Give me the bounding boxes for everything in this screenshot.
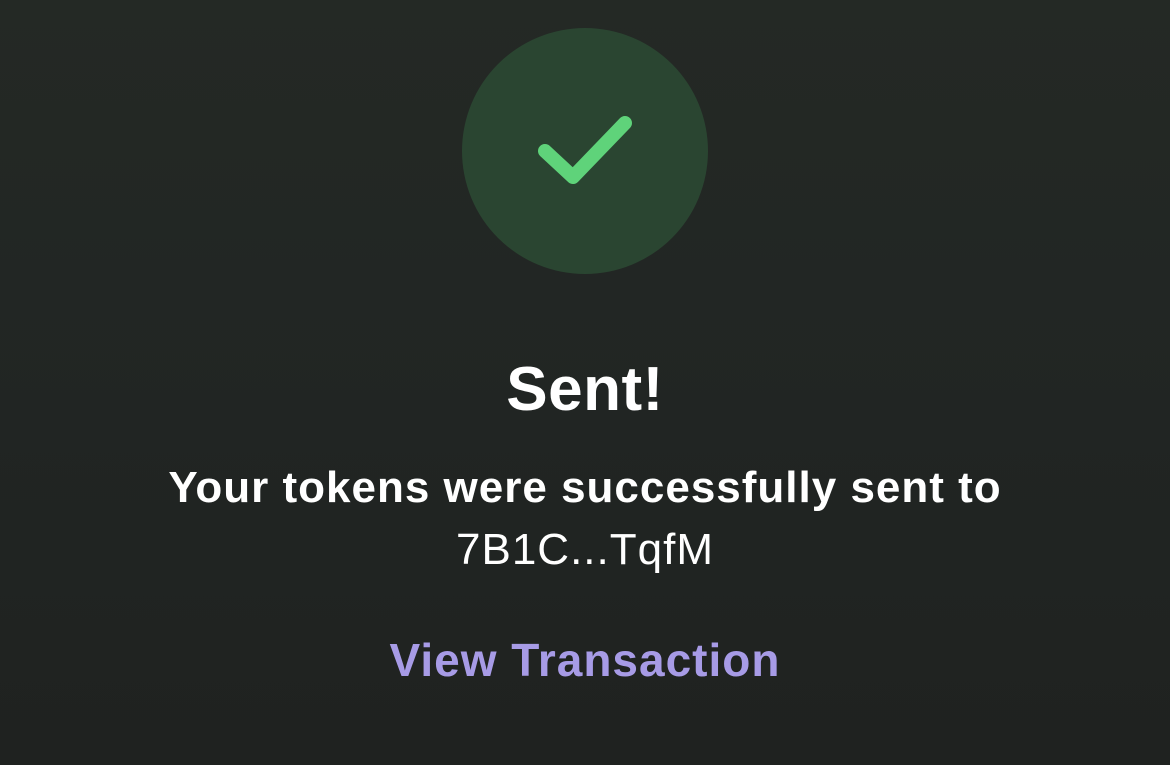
success-badge bbox=[462, 28, 708, 274]
page-title: Sent! bbox=[506, 355, 664, 424]
recipient-address: 7B1C...TqfM bbox=[456, 525, 714, 574]
view-transaction-link-row: View Transaction bbox=[0, 630, 1170, 690]
success-message: Your tokens were successfully sent to bbox=[168, 463, 1002, 512]
view-transaction-link[interactable]: View Transaction bbox=[390, 634, 781, 686]
checkmark-icon bbox=[537, 115, 633, 187]
send-success-screen: Sent! Your tokens were successfully sent… bbox=[0, 0, 1170, 765]
